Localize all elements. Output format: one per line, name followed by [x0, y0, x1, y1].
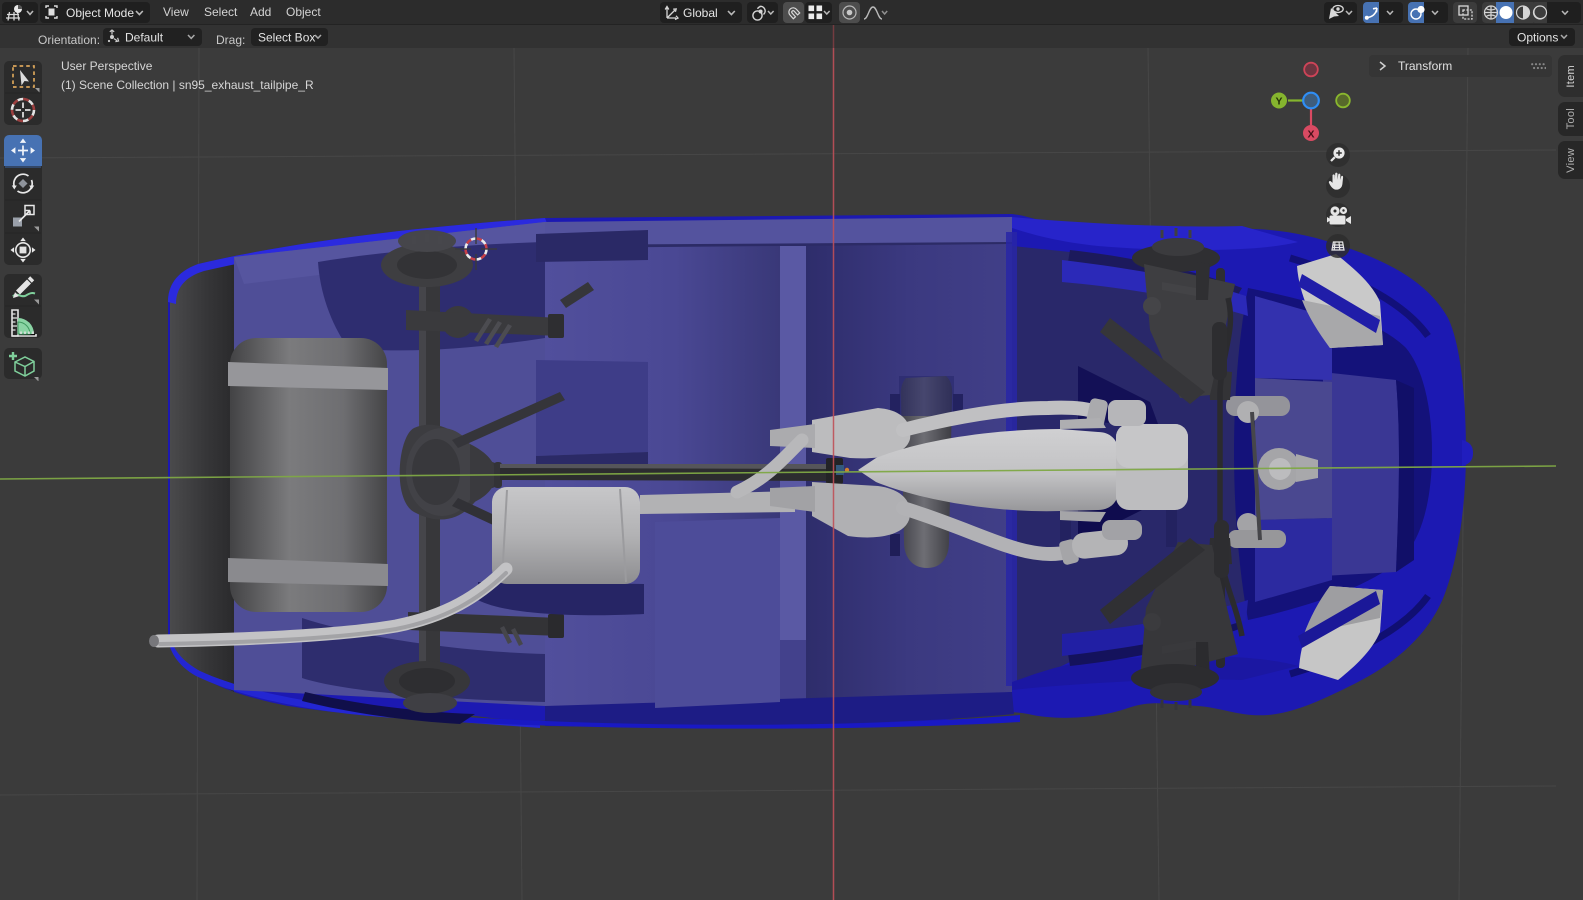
svg-text:Object Mode: Object Mode — [66, 6, 134, 20]
svg-text:X: X — [1307, 129, 1314, 141]
svg-text:Select Box: Select Box — [258, 31, 315, 45]
svg-text:Options: Options — [1517, 31, 1558, 45]
svg-text:Global: Global — [683, 6, 718, 20]
svg-text:Default: Default — [125, 31, 164, 45]
svg-text:Y: Y — [1275, 96, 1282, 108]
